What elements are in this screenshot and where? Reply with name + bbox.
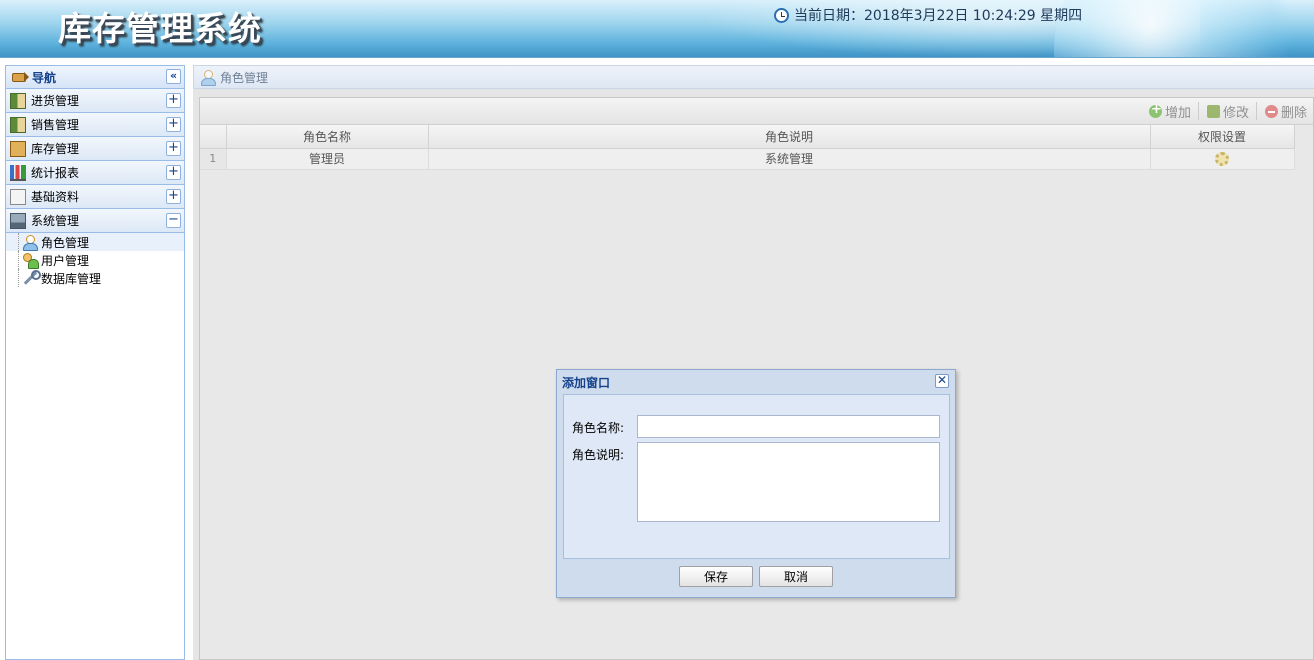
nav-item-label: 用户管理 xyxy=(41,253,90,268)
delete-icon xyxy=(1264,104,1278,118)
table-row[interactable]: 1 管理员 系统管理 xyxy=(200,148,1295,170)
table-header-row: 角色名称 角色说明 权限设置 xyxy=(200,125,1295,149)
date-text: 当前日期：2018年3月22日 10:24:29 星期四 xyxy=(794,8,1083,24)
nav-header: 导航 « xyxy=(6,66,184,89)
role-desc-label: 角色说明: xyxy=(572,448,625,462)
user-icon xyxy=(200,69,216,86)
nav-section-label: 销售管理 xyxy=(31,118,80,132)
tree-line xyxy=(18,269,19,287)
user-icon xyxy=(22,234,38,251)
toolbar-separator xyxy=(1197,102,1199,120)
edit-label: 修改 xyxy=(1222,105,1249,121)
expand-icon[interactable]: + xyxy=(166,141,181,156)
nav-item-database-management[interactable]: 数据库管理 xyxy=(6,269,184,287)
gear-icon[interactable] xyxy=(1215,151,1229,166)
expand-icon[interactable]: + xyxy=(166,165,181,180)
app-header: 库存管理系统 当前日期：2018年3月22日 10:24:29 星期四 xyxy=(0,0,1314,58)
column-header-role-name[interactable]: 角色名称 xyxy=(226,125,429,149)
nav-item-label: 数据库管理 xyxy=(41,271,102,286)
nav-item-role-management[interactable]: 角色管理 xyxy=(6,233,184,251)
row-number: 1 xyxy=(200,148,227,170)
edit-button[interactable]: 修改 xyxy=(1206,102,1249,121)
nav-section-sales[interactable]: 销售管理 + xyxy=(6,113,184,137)
current-date: 当前日期：2018年3月22日 10:24:29 星期四 xyxy=(774,5,1082,25)
role-desc-input[interactable] xyxy=(637,442,940,522)
role-name-label: 角色名称: xyxy=(572,421,625,435)
role-name-input[interactable] xyxy=(637,415,940,438)
collapse-icon[interactable]: − xyxy=(166,213,181,228)
wrench-icon xyxy=(22,270,41,286)
doc-icon xyxy=(10,188,26,205)
delete-label: 删除 xyxy=(1280,105,1307,121)
add-dialog: 添加窗口 ✕ 角色名称: 角色说明: 保存 取消 xyxy=(556,369,956,598)
role-table: 角色名称 角色说明 权限设置 1 管理员 系统管理 xyxy=(200,125,1295,170)
expand-icon[interactable]: + xyxy=(166,189,181,204)
edit-icon xyxy=(1206,104,1220,118)
cell-permissions[interactable] xyxy=(1150,148,1295,170)
globe-decoration xyxy=(1054,0,1294,57)
stock-icon xyxy=(10,140,26,157)
nav-section-basics[interactable]: 基础资料 + xyxy=(6,185,184,209)
clock-icon xyxy=(774,7,789,23)
signpost-icon xyxy=(12,71,29,83)
tab-title: 角色管理 xyxy=(220,70,269,85)
goods-icon xyxy=(10,116,26,133)
cell-role-desc[interactable]: 系统管理 xyxy=(428,148,1151,170)
tab-role-management[interactable]: 角色管理 xyxy=(193,65,1314,89)
nav-section-label: 库存管理 xyxy=(31,142,80,156)
collapse-nav-button[interactable]: « xyxy=(166,69,181,84)
nav-title: 导航 xyxy=(32,70,57,85)
add-button[interactable]: 增加 xyxy=(1148,102,1191,121)
nav-section-purchase[interactable]: 进货管理 + xyxy=(6,89,184,113)
dialog-body: 角色名称: 角色说明: xyxy=(563,394,950,559)
nav-section-label: 统计报表 xyxy=(31,166,80,180)
cancel-button[interactable]: 取消 xyxy=(759,566,833,587)
nav-section-label: 基础资料 xyxy=(31,190,80,204)
sidebar-nav: 导航 « 进货管理 + 销售管理 + 库存管理 + 统计报表 + 基础资料 + … xyxy=(5,65,185,660)
system-icon xyxy=(10,212,26,229)
nav-section-inventory[interactable]: 库存管理 + xyxy=(6,137,184,161)
add-label: 增加 xyxy=(1164,105,1191,121)
column-header-permissions[interactable]: 权限设置 xyxy=(1150,125,1295,149)
expand-icon[interactable]: + xyxy=(166,117,181,132)
expand-icon[interactable]: + xyxy=(166,93,181,108)
grid-toolbar: 增加 修改 删除 xyxy=(200,98,1313,125)
users-icon xyxy=(22,252,39,269)
nav-section-reports[interactable]: 统计报表 + xyxy=(6,161,184,185)
delete-button[interactable]: 删除 xyxy=(1264,102,1307,121)
toolbar-separator xyxy=(1255,102,1257,120)
dialog-footer: 保存 取消 xyxy=(557,566,955,590)
save-button[interactable]: 保存 xyxy=(679,566,753,587)
tree-line xyxy=(18,251,19,269)
dialog-title: 添加窗口 xyxy=(562,375,611,390)
nav-item-user-management[interactable]: 用户管理 xyxy=(6,251,184,269)
nav-section-label: 进货管理 xyxy=(31,94,80,108)
close-icon[interactable]: ✕ xyxy=(935,374,949,388)
nav-item-label: 角色管理 xyxy=(41,235,90,250)
nav-section-label: 系统管理 xyxy=(31,214,80,228)
cell-role-name[interactable]: 管理员 xyxy=(226,148,429,170)
nav-section-system[interactable]: 系统管理 − xyxy=(6,209,184,233)
add-icon xyxy=(1148,102,1162,118)
tree-line xyxy=(18,233,19,251)
column-header-role-desc[interactable]: 角色说明 xyxy=(428,125,1151,149)
column-header-rownum xyxy=(200,125,227,149)
app-title: 库存管理系统 xyxy=(58,9,262,48)
goods-icon xyxy=(10,92,26,109)
chart-icon xyxy=(10,164,26,181)
dialog-header: 添加窗口 ✕ xyxy=(557,370,955,394)
